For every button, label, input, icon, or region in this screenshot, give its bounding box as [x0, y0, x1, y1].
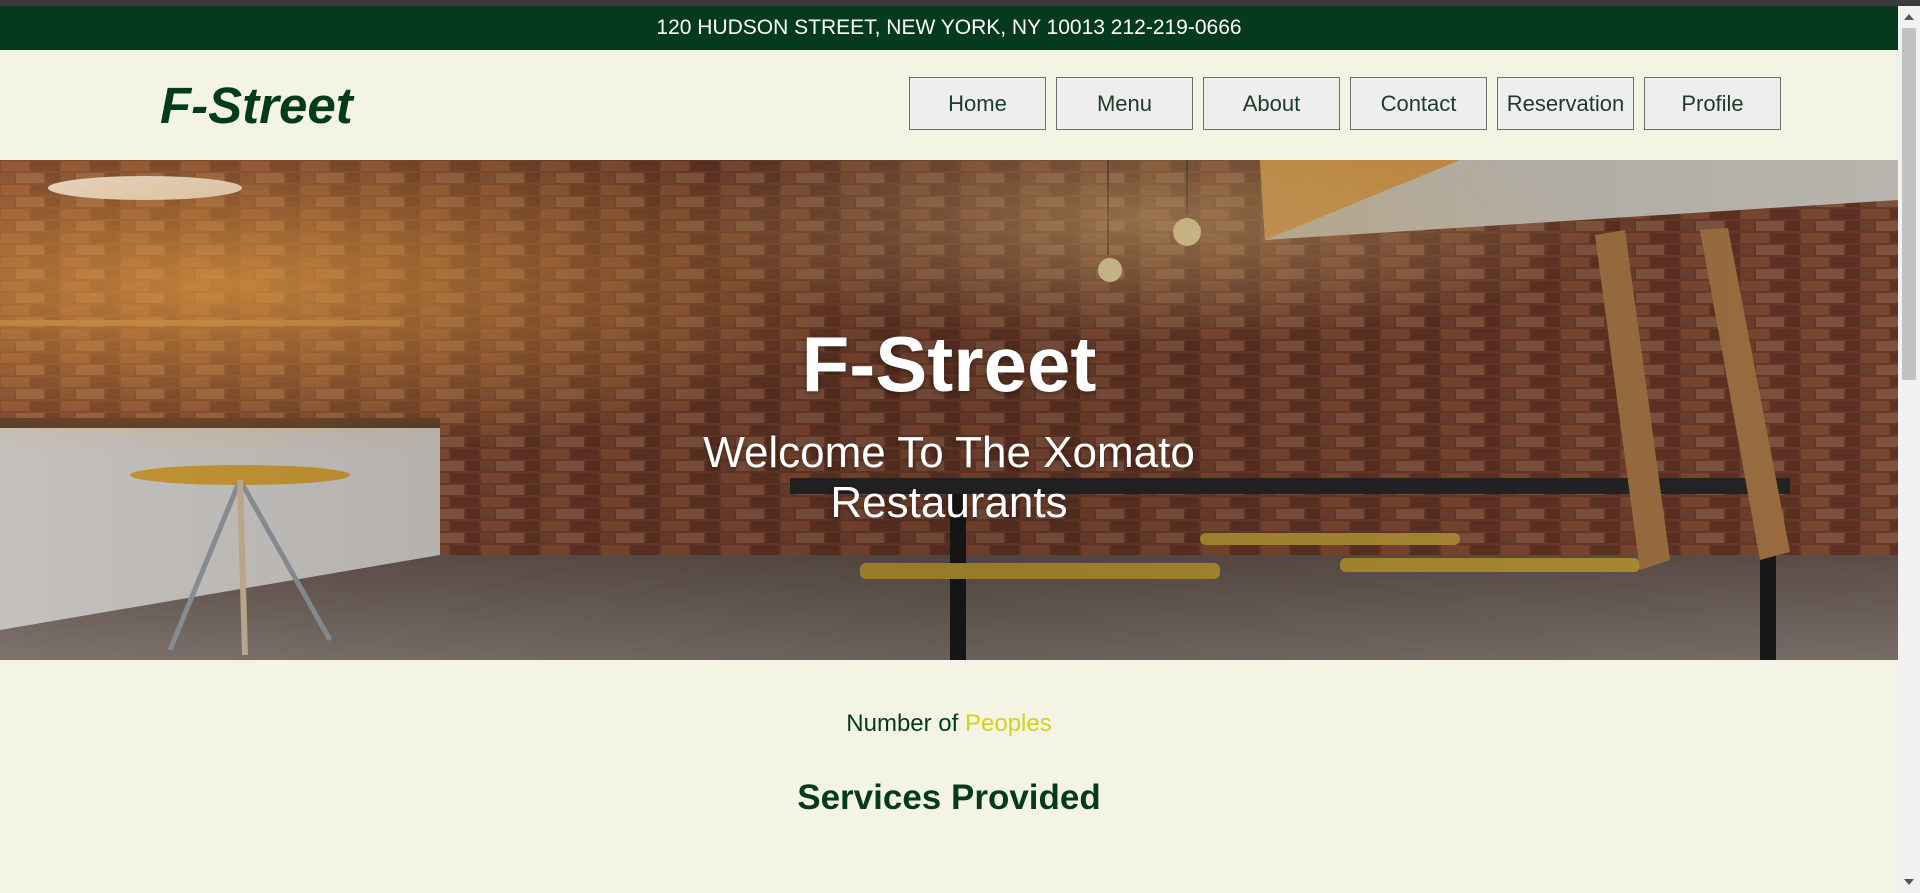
nav-home-button[interactable]: Home [909, 77, 1046, 130]
services-heading: Services Provided [797, 778, 1101, 817]
people-count-prefix: Number of [846, 710, 959, 737]
page-scrollbar[interactable] [1898, 6, 1920, 893]
people-count-line: Number of Peoples [0, 710, 1898, 738]
nav-reservation-button[interactable]: Reservation [1497, 77, 1634, 130]
hero-banner: F-Street Welcome To The Xomato Restauran… [0, 160, 1898, 660]
site-logo[interactable]: F-Street [160, 76, 353, 135]
nav-contact-button[interactable]: Contact [1350, 77, 1487, 130]
people-count-accent: Peoples [964, 710, 1052, 737]
nav-profile-button[interactable]: Profile [1644, 77, 1781, 130]
address-text: 120 HUDSON STREET, NEW YORK, NY 10013 21… [656, 16, 1242, 39]
main-nav: Home Menu About Contact Reservation Prof… [909, 77, 1781, 130]
scroll-down-arrow-icon[interactable] [1904, 879, 1914, 885]
address-bar: 120 HUDSON STREET, NEW YORK, NY 10013 21… [0, 6, 1898, 50]
scroll-thumb[interactable] [1902, 28, 1916, 380]
hero-text: F-Street Welcome To The Xomato Restauran… [0, 160, 1898, 660]
scroll-up-arrow-icon[interactable] [1904, 14, 1914, 20]
nav-about-button[interactable]: About [1203, 77, 1340, 130]
site-header: F-Street Home Menu About Contact Reserva… [0, 50, 1898, 160]
nav-menu-button[interactable]: Menu [1056, 77, 1193, 130]
hero-title: F-Street [801, 320, 1097, 408]
hero-subtitle: Welcome To The Xomato Restaurants [703, 428, 1195, 527]
